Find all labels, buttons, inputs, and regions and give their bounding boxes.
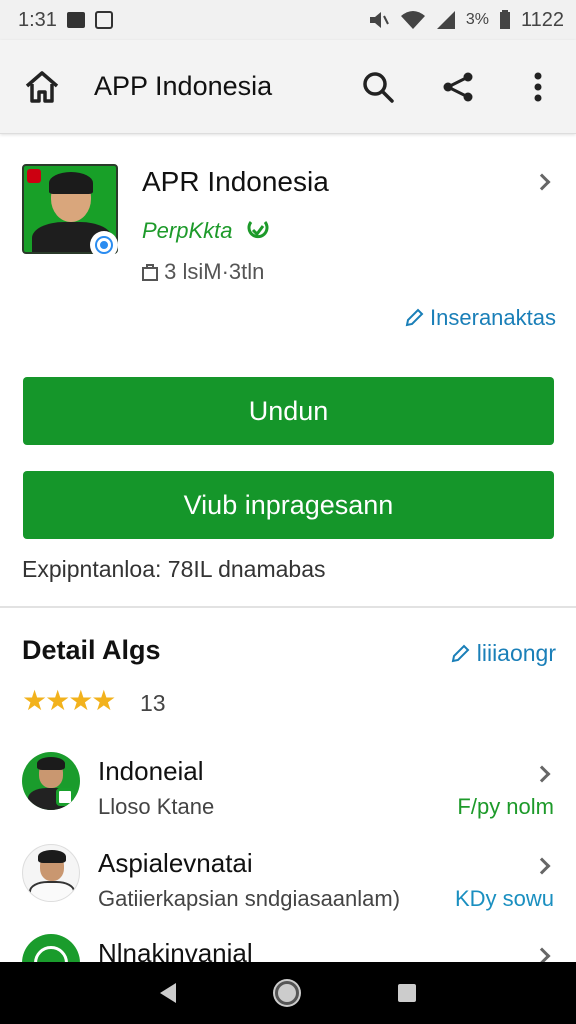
- detail-edit-icon: [452, 644, 470, 663]
- rating-stars: ★★★★: [22, 685, 116, 716]
- more-vert-icon: [534, 72, 542, 101]
- app-developer[interactable]: PerpKkta: [142, 218, 271, 244]
- volume-icon: [369, 12, 389, 28]
- signal-icon: [436, 11, 455, 29]
- list-item-subtitle: Lloso Ktane: [98, 794, 215, 819]
- app-meta-text: 3 lsiM·3tln: [164, 259, 265, 284]
- chevron-right-icon: [533, 765, 551, 783]
- share-icon: [443, 72, 473, 101]
- status-left: 1:31: [18, 9, 113, 32]
- section-title: Detail Algs: [22, 635, 161, 665]
- app-name: APR Indonesia: [142, 166, 329, 197]
- developer-name: PerpKkta: [142, 218, 233, 243]
- search-button[interactable]: [356, 65, 400, 109]
- notification-icon: [66, 12, 85, 28]
- app-meta: 3 lsiM·3tln: [142, 259, 264, 285]
- list-item-subtitle: Gatiierkapsian sndgiasaanlam): [98, 886, 401, 911]
- list-item-title: Indoneial: [98, 756, 204, 786]
- avatar: [22, 844, 80, 902]
- battery-percent: 3%: [465, 11, 489, 28]
- wifi-icon: [400, 11, 425, 29]
- list-item-title: Aspialevnatai: [98, 848, 253, 878]
- list-item[interactable]: Aspialevnatai Gatiierkapsian sndgiasaanl…: [0, 844, 576, 938]
- status-clock: 1122: [520, 8, 564, 31]
- chevron-right-icon: [533, 857, 551, 875]
- more-options-button[interactable]: [516, 65, 560, 109]
- list-item-action[interactable]: KDy sowu: [455, 886, 554, 912]
- status-time: 1:31: [18, 8, 57, 31]
- back-icon[interactable]: [159, 983, 176, 1003]
- recents-icon[interactable]: [398, 984, 417, 1002]
- list-item-action[interactable]: F/py nolm: [457, 794, 554, 820]
- detail-link-text: liiiaongr: [476, 640, 556, 666]
- verified-badge-icon: [90, 231, 118, 259]
- app-notification-icon: [94, 11, 113, 29]
- detail-link[interactable]: liiiaongr: [450, 640, 556, 667]
- download-size-text: Expipntanloa: 78IL dnamabas: [22, 556, 326, 582]
- app-chevron-right-icon[interactable]: [533, 173, 551, 191]
- home-button[interactable]: [20, 65, 64, 109]
- status-bar: 1:31 3% 1122: [0, 0, 576, 40]
- battery-icon: [499, 10, 510, 29]
- install-button[interactable]: Undun: [23, 377, 554, 445]
- home-icon: [25, 70, 59, 103]
- share-button[interactable]: [436, 65, 480, 109]
- size-icon: [142, 264, 158, 281]
- home-nav-icon[interactable]: [274, 981, 299, 1005]
- edit-icon: [405, 308, 424, 327]
- rating-count: 13: [140, 690, 166, 716]
- app-info-link[interactable]: Inseranaktas: [404, 305, 556, 331]
- section-divider: [0, 606, 576, 608]
- search-icon: [363, 71, 394, 103]
- developer-verified-icon: [247, 221, 269, 239]
- avatar: [22, 752, 80, 810]
- secondary-action-button[interactable]: Viub inpragesann: [23, 471, 554, 539]
- app-icon-avatar-hair: [49, 172, 93, 194]
- app-icon-corner-mark: [27, 169, 41, 183]
- app-bar: APP Indonesia: [0, 40, 576, 134]
- app-bar-actions: [356, 65, 560, 109]
- list-item[interactable]: Indoneial Lloso Ktane F/py nolm: [0, 752, 576, 846]
- app-info-link-text: Inseranaktas: [430, 305, 556, 330]
- page-title: APP Indonesia: [94, 71, 273, 101]
- system-nav-bar: [0, 962, 576, 1024]
- status-right: 3% 1122: [368, 9, 564, 32]
